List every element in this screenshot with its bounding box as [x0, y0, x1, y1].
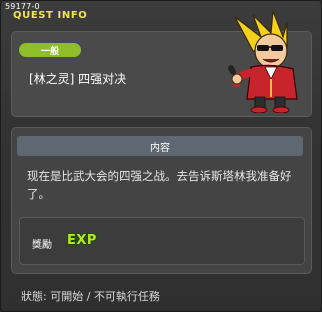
reward-panel — [19, 217, 305, 265]
quest-info-window: 59177-0 QUEST INFO 一般 [林之灵] 四强对决 内容 现在是比… — [0, 0, 322, 312]
quest-status: 狀態: 可開始 / 不可執行任務 — [21, 290, 160, 303]
quest-name: [林之灵] 四强对决 — [29, 72, 127, 86]
content-header: 内容 — [17, 136, 303, 156]
character-icon — [228, 10, 298, 113]
reward-label: 獎勵 — [32, 240, 52, 251]
quest-category-badge: 一般 — [19, 43, 81, 57]
window-title: QUEST INFO — [13, 10, 88, 21]
exp-icon: EXP — [67, 233, 97, 248]
quest-description: 现在是比武大会的四强之战。去告诉斯塔林我准备好了。 — [27, 169, 292, 201]
